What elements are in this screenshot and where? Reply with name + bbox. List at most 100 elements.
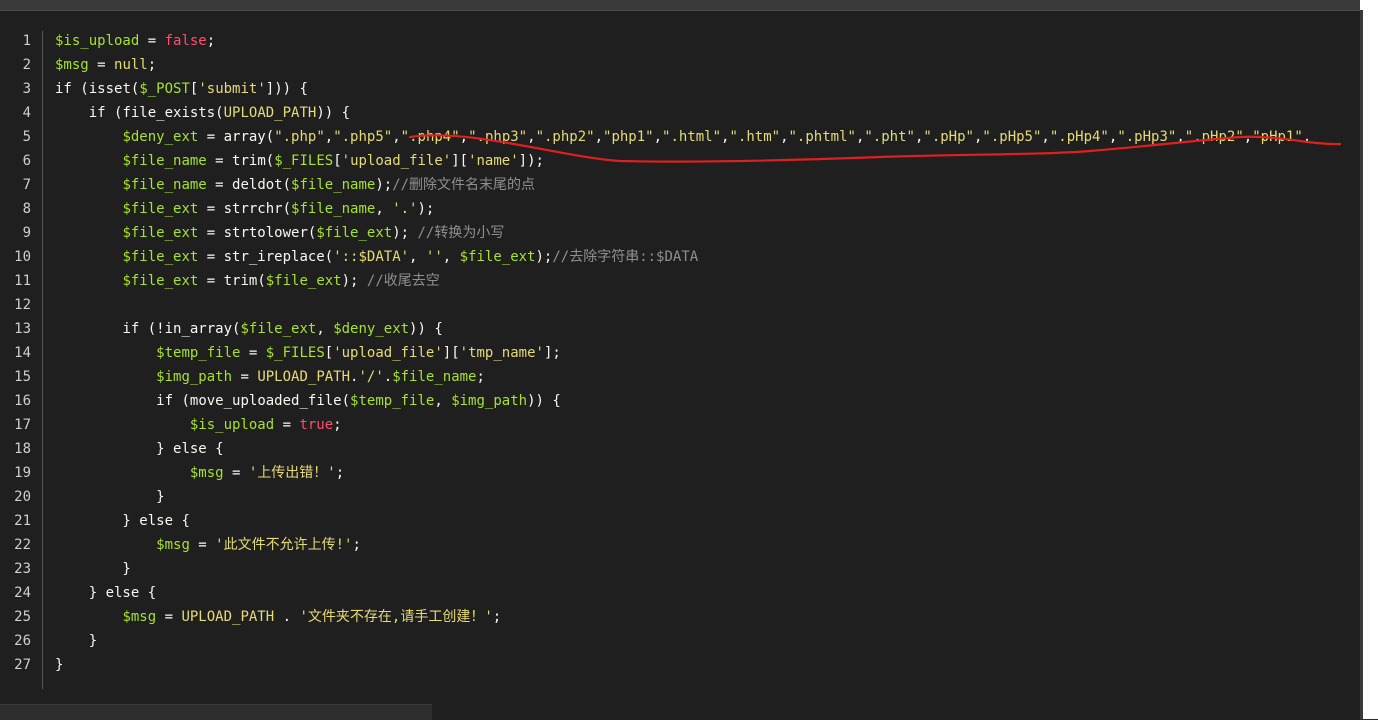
line-number: 9 — [22, 225, 31, 241]
code-line[interactable]: 16 if (move_uploaded_file($temp_file, $i… — [0, 389, 1360, 413]
code-token: , — [1302, 129, 1312, 145]
code-line[interactable]: 10 $file_ext = str_ireplace('::$DATA', '… — [0, 245, 1360, 269]
code-token: $file_ext — [122, 225, 199, 241]
code-token: = — [139, 33, 165, 49]
line-number: 7 — [22, 177, 31, 193]
code-token: deldot — [232, 177, 283, 193]
code-token: UPLOAD_PATH — [181, 609, 275, 625]
line-source: $file_name = trim($_FILES['upload_file']… — [55, 149, 544, 173]
code-line[interactable]: 22 $msg = '此文件不允许上传!'; — [0, 533, 1360, 557]
code-token: $file_name — [122, 177, 207, 193]
code-token: str_ireplace — [223, 249, 325, 265]
line-source: $file_ext = str_ireplace('::$DATA', '', … — [55, 245, 698, 269]
code-token: ( — [265, 129, 275, 145]
line-source: $is_upload = true; — [55, 413, 342, 437]
code-token: , — [1243, 129, 1253, 145]
code-token: = — [198, 129, 224, 145]
code-token: ".pHp" — [923, 129, 974, 145]
code-line[interactable]: 1 $is_upload = false; — [0, 29, 1360, 53]
code-token: "php1" — [603, 129, 654, 145]
code-token: ; — [335, 465, 345, 481]
code-line[interactable]: 21 } else { — [0, 509, 1360, 533]
line-source: } else { — [55, 437, 224, 461]
code-token: ]; — [543, 345, 561, 361]
code-line[interactable]: 7 $file_name = deldot($file_name);//删除文件… — [0, 173, 1360, 197]
code-token: = — [223, 465, 249, 481]
code-line[interactable]: 11 $file_ext = trim($file_ext); //收尾去空 — [0, 269, 1360, 293]
code-line[interactable]: 18 } else { — [0, 437, 1360, 461]
code-token: 'tmp_name' — [459, 345, 544, 361]
code-token: ); — [392, 225, 418, 241]
code-line[interactable]: 15 $img_path = UPLOAD_PATH.'/'.$file_nam… — [0, 365, 1360, 389]
code-token: if — [156, 393, 182, 409]
code-token: } — [55, 489, 165, 505]
line-number: 15 — [14, 369, 31, 385]
code-token: strtolower — [223, 225, 308, 241]
code-line[interactable]: 5 $deny_ext = array(".php",".php5",".php… — [0, 125, 1360, 149]
code-line[interactable]: 24 } else { — [0, 581, 1360, 605]
line-source: } else { — [55, 509, 189, 533]
code-token: } — [55, 513, 140, 529]
code-body[interactable]: 1 $is_upload = false; 2 $msg = null; 3 if (is… — [0, 29, 1360, 677]
code-line[interactable]: 26 } — [0, 629, 1360, 653]
code-line[interactable]: 9 $file_ext = strtolower($file_ext); //转… — [0, 221, 1360, 245]
line-number: 8 — [22, 201, 31, 217]
code-token: ".htm" — [729, 129, 781, 145]
code-token: 'upload_file' — [341, 153, 452, 169]
line-source: $file_name = deldot($file_name);//删除文件名末… — [55, 173, 535, 197]
code-line[interactable]: 23 } — [0, 557, 1360, 581]
line-source: } — [55, 485, 165, 509]
code-line[interactable]: 13 if (!in_array($file_ext, $deny_ext)) … — [0, 317, 1360, 341]
code-token: { — [206, 441, 224, 457]
code-token: $temp_file — [156, 345, 241, 361]
code-line[interactable]: 12 — [0, 293, 1360, 317]
code-token: ); — [417, 201, 435, 217]
vertical-scrollbar[interactable] — [1360, 10, 1363, 719]
code-token: , — [434, 393, 452, 409]
code-token: ; — [476, 369, 485, 385]
code-line[interactable]: 20 } — [0, 485, 1360, 509]
line-source: $file_ext = strrchr($file_name, '.'); — [55, 197, 434, 221]
code-line[interactable]: 3 if (isset($_POST['submit'])) { — [0, 77, 1360, 101]
code-token: ( — [341, 393, 351, 409]
code-line[interactable]: 27} — [0, 653, 1360, 677]
code-token: file_exists — [122, 105, 216, 121]
code-line[interactable]: 6 $file_name = trim($_FILES['upload_file… — [0, 149, 1360, 173]
line-number: 20 — [14, 489, 31, 505]
code-token: ][ — [442, 345, 460, 361]
code-token: '/' — [358, 369, 384, 385]
code-line[interactable]: 4 if (file_exists(UPLOAD_PATH)) { — [0, 101, 1360, 125]
code-token: } — [55, 585, 106, 601]
code-token: , — [1041, 129, 1050, 145]
code-line[interactable]: 14 $temp_file = $_FILES['upload_file']['… — [0, 341, 1360, 365]
line-number: 18 — [14, 441, 31, 457]
code-line[interactable]: 2 $msg = null; — [0, 53, 1360, 77]
code-line[interactable]: 17 $is_upload = true; — [0, 413, 1360, 437]
code-token: 'upload_file' — [333, 345, 443, 361]
code-token: $file_name — [122, 153, 207, 169]
code-token: . — [274, 609, 300, 625]
code-line[interactable]: 19 $msg = '上传出错！'; — [0, 461, 1360, 485]
line-source: $msg = null; — [55, 53, 156, 77]
code-token: } — [55, 441, 174, 457]
code-editor[interactable]: 1 $is_upload = false; 2 $msg = null; 3 if (is… — [0, 10, 1360, 720]
horizontal-scrollbar[interactable] — [0, 704, 432, 720]
code-token: ( — [181, 393, 190, 409]
code-line[interactable]: 8 $file_ext = strrchr($file_name, '.'); — [0, 197, 1360, 221]
code-token: 'submit' — [198, 81, 266, 97]
code-token: , — [442, 249, 460, 265]
code-token: ".phtml" — [788, 129, 856, 145]
code-token: (! — [147, 321, 165, 337]
line-number: 12 — [14, 297, 31, 313]
code-token: ); — [375, 177, 393, 193]
code-token: ( — [215, 105, 224, 121]
code-token: = — [240, 345, 266, 361]
code-token: ; — [352, 537, 361, 553]
code-line[interactable]: 25 $msg = UPLOAD_PATH . '文件夹不存在,请手工创建！'; — [0, 605, 1360, 629]
code-token: 'name' — [468, 153, 519, 169]
code-token: '' — [425, 249, 443, 265]
